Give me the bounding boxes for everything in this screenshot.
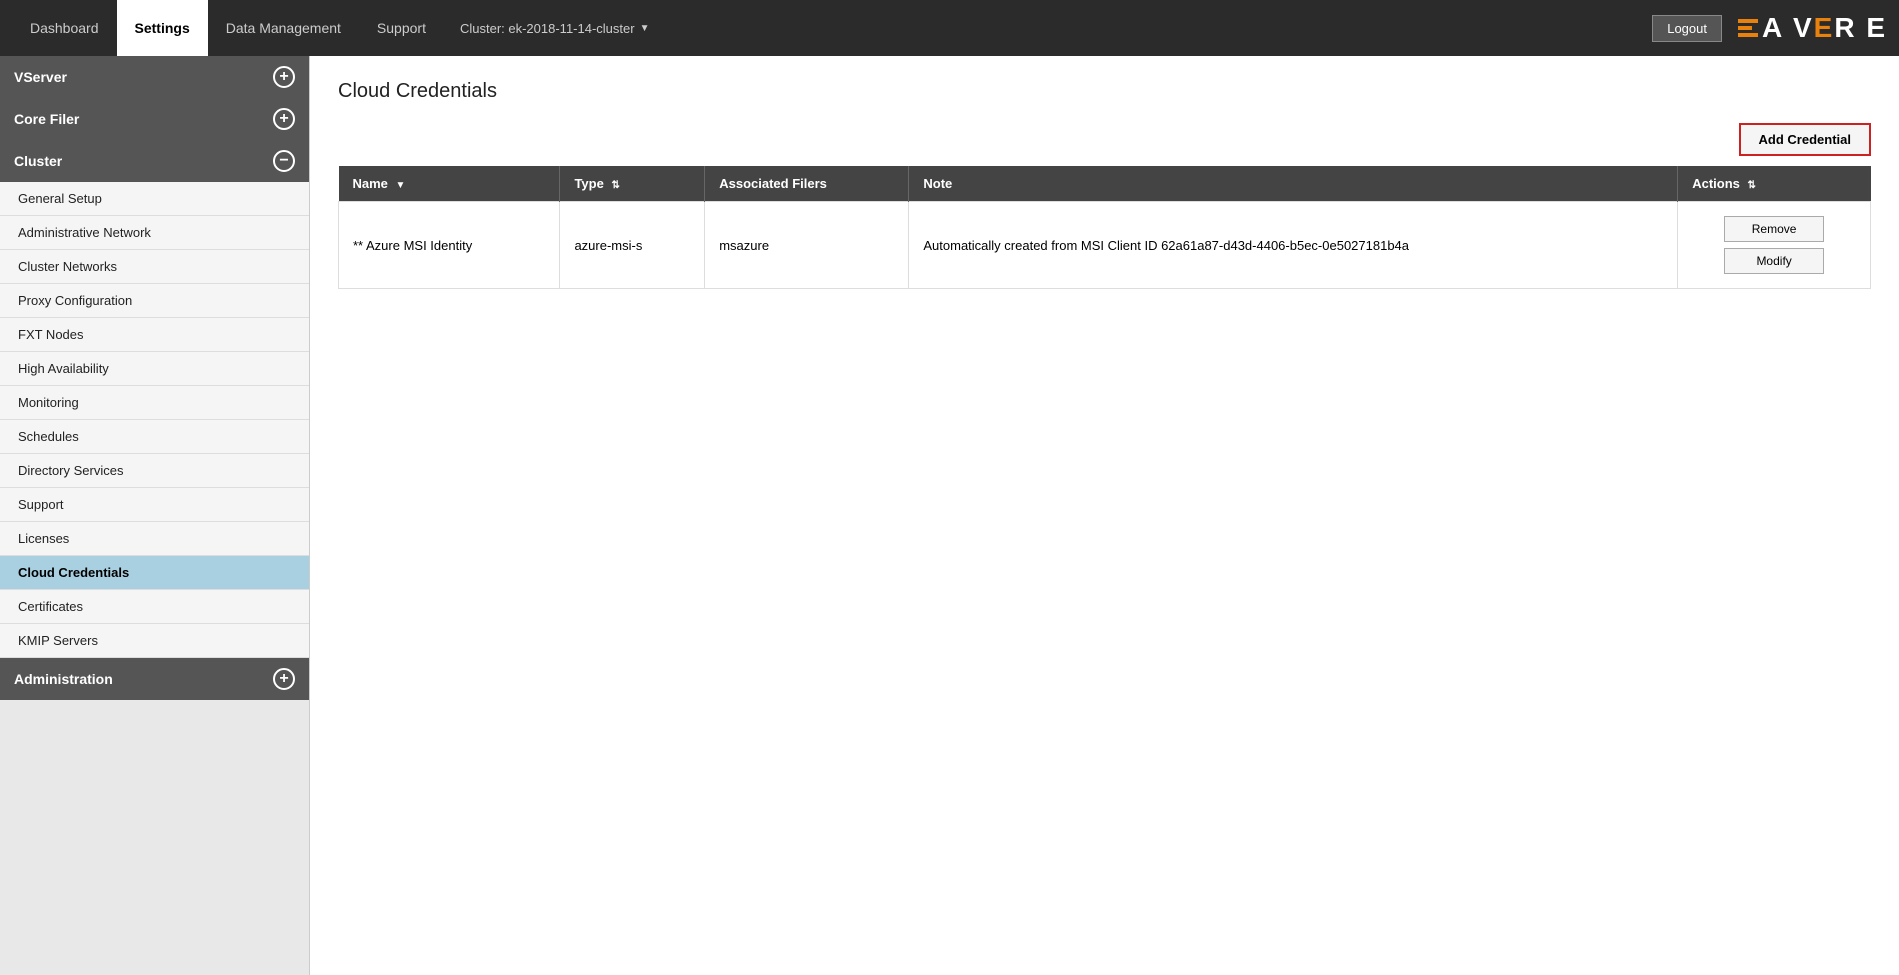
remove-button[interactable]: Remove <box>1724 216 1824 242</box>
sidebar-item-certificates[interactable]: Certificates <box>0 590 309 624</box>
cell-type: azure-msi-s <box>560 202 705 289</box>
modify-button[interactable]: Modify <box>1724 248 1824 274</box>
col-header-actions: Actions ⇅ <box>1678 166 1871 202</box>
sidebar-item-administrative-network[interactable]: Administrative Network <box>0 216 309 250</box>
logo-text-av: A V <box>1762 12 1814 44</box>
col-header-name: Name ▼ <box>339 166 560 202</box>
col-header-type: Type ⇅ <box>560 166 705 202</box>
sidebar-item-monitoring[interactable]: Monitoring <box>0 386 309 420</box>
cluster-label: Cluster: ek-2018-11-14-cluster <box>460 21 635 36</box>
sidebar-item-kmip-servers[interactable]: KMIP Servers <box>0 624 309 658</box>
sidebar-item-cluster-networks[interactable]: Cluster Networks <box>0 250 309 284</box>
sidebar-section-core-filer[interactable]: Core Filer + <box>0 98 309 140</box>
avere-bars-icon <box>1738 19 1758 37</box>
sidebar-item-high-availability[interactable]: High Availability <box>0 352 309 386</box>
tab-data-management[interactable]: Data Management <box>208 0 359 56</box>
add-credential-button[interactable]: Add Credential <box>1739 123 1871 156</box>
administration-expand-icon: + <box>273 668 295 690</box>
topbar: Dashboard Settings Data Management Suppo… <box>0 0 1899 56</box>
add-credential-container: Add Credential <box>338 123 1871 156</box>
topbar-right: Logout A VE R E <box>1652 12 1887 44</box>
sidebar-item-general-setup[interactable]: General Setup <box>0 182 309 216</box>
sidebar-section-vserver[interactable]: VServer + <box>0 56 309 98</box>
name-sort-icon[interactable]: ▼ <box>396 180 406 191</box>
sidebar-section-cluster[interactable]: Cluster − <box>0 140 309 182</box>
sidebar-section-cluster-label: Cluster <box>14 153 62 169</box>
table-header-row: Name ▼ Type ⇅ Associated Filers Note Act <box>339 166 1871 202</box>
cell-associated-filers: msazure <box>705 202 909 289</box>
col-header-note: Note <box>909 166 1678 202</box>
tab-settings[interactable]: Settings <box>117 0 208 56</box>
tab-dashboard[interactable]: Dashboard <box>12 0 117 56</box>
col-header-associated-filers: Associated Filers <box>705 166 909 202</box>
sidebar-item-directory-services[interactable]: Directory Services <box>0 454 309 488</box>
logo-text-re: R E <box>1834 12 1887 44</box>
sidebar-item-schedules[interactable]: Schedules <box>0 420 309 454</box>
sidebar-section-administration-label: Administration <box>14 671 113 687</box>
credentials-table: Name ▼ Type ⇅ Associated Filers Note Act <box>338 166 1871 289</box>
sidebar: VServer + Core Filer + Cluster − General… <box>0 56 310 975</box>
avere-logo: A VE R E <box>1738 12 1887 44</box>
sidebar-item-cloud-credentials[interactable]: Cloud Credentials <box>0 556 309 590</box>
content-area: Cloud Credentials Add Credential Name ▼ … <box>310 56 1899 975</box>
vserver-expand-icon: + <box>273 66 295 88</box>
logout-button[interactable]: Logout <box>1652 15 1722 42</box>
logo-text-e: E <box>1814 12 1835 44</box>
cell-name: ** Azure MSI Identity <box>339 202 560 289</box>
table-row: ** Azure MSI Identity azure-msi-s msazur… <box>339 202 1871 289</box>
sidebar-item-support[interactable]: Support <box>0 488 309 522</box>
sidebar-section-vserver-label: VServer <box>14 69 67 85</box>
nav-tabs: Dashboard Settings Data Management Suppo… <box>12 0 650 56</box>
cell-actions: Remove Modify <box>1678 202 1871 289</box>
sidebar-item-licenses[interactable]: Licenses <box>0 522 309 556</box>
tab-support[interactable]: Support <box>359 0 444 56</box>
sidebar-item-proxy-configuration[interactable]: Proxy Configuration <box>0 284 309 318</box>
sidebar-section-core-filer-label: Core Filer <box>14 111 79 127</box>
sidebar-section-administration[interactable]: Administration + <box>0 658 309 700</box>
cell-note: Automatically created from MSI Client ID… <box>909 202 1678 289</box>
sidebar-item-fxt-nodes[interactable]: FXT Nodes <box>0 318 309 352</box>
cluster-collapse-icon: − <box>273 150 295 172</box>
action-buttons-group: Remove Modify <box>1692 216 1856 274</box>
cluster-selector[interactable]: Cluster: ek-2018-11-14-cluster ▼ <box>460 0 650 56</box>
type-sort-icon[interactable]: ⇅ <box>611 180 619 191</box>
page-title: Cloud Credentials <box>338 80 1871 103</box>
main-layout: VServer + Core Filer + Cluster − General… <box>0 56 1899 975</box>
actions-sort-icon[interactable]: ⇅ <box>1748 180 1756 191</box>
core-filer-expand-icon: + <box>273 108 295 130</box>
cluster-dropdown-icon: ▼ <box>640 23 650 34</box>
